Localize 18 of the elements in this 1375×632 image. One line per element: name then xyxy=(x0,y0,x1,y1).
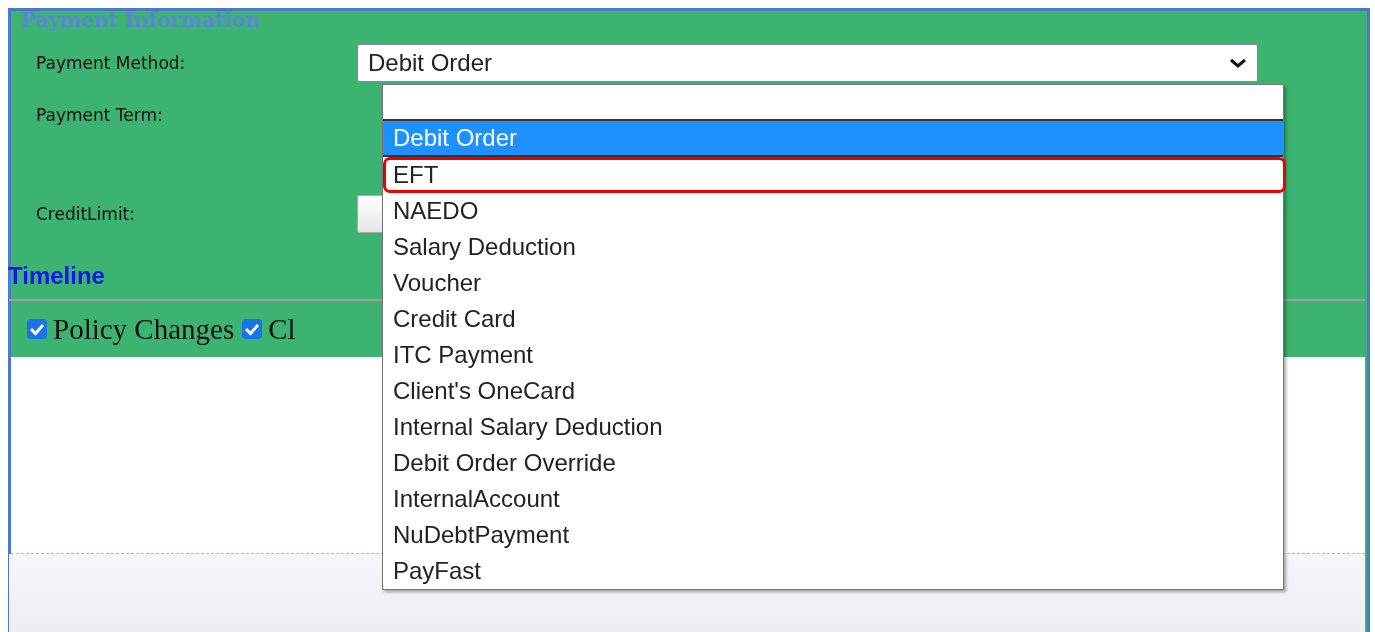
dropdown-option[interactable]: ITC Payment xyxy=(383,337,1283,373)
section-title: Payment Information xyxy=(21,8,260,32)
filter-label: Cl xyxy=(268,312,296,346)
payment-method-select[interactable]: Debit Order xyxy=(357,44,1258,82)
dropdown-option[interactable]: Internal Salary Deduction xyxy=(383,409,1283,445)
field-label: Payment Term: xyxy=(35,105,164,125)
field-label: CreditLimit: xyxy=(35,204,136,224)
dropdown-option[interactable]: InternalAccount xyxy=(383,481,1283,517)
dropdown-option[interactable]: Voucher xyxy=(383,265,1283,301)
dropdown-option[interactable]: NAEDO xyxy=(383,193,1283,229)
field-label: Payment Method: xyxy=(35,53,187,73)
dropdown-option[interactable]: Debit Order Override xyxy=(383,445,1283,481)
dropdown-option[interactable]: Credit Card xyxy=(383,301,1283,337)
dropdown-option[interactable]: NuDebtPayment xyxy=(383,517,1283,553)
dropdown-option[interactable]: EFT xyxy=(383,157,1286,193)
filter-label: Policy Changes xyxy=(53,312,235,346)
dropdown-option[interactable]: Salary Deduction xyxy=(383,229,1283,265)
dropdown-option[interactable]: Client's OneCard xyxy=(383,373,1283,409)
